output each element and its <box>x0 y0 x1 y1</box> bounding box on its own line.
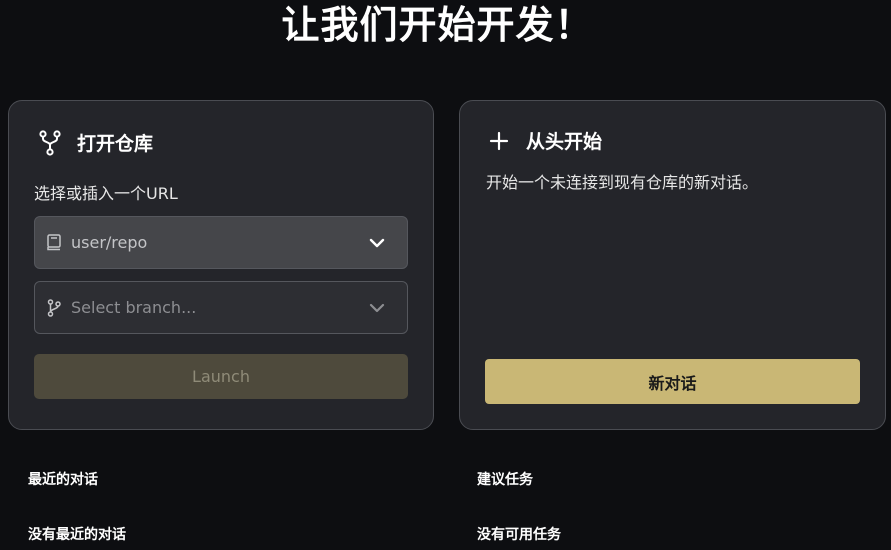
from-scratch-description: 开始一个未连接到现有仓库的新对话。 <box>486 173 759 192</box>
plus-icon <box>486 128 512 154</box>
open-repo-header: 打开仓库 <box>37 129 153 156</box>
suggested-tasks-title: 建议任务 <box>477 472 533 488</box>
branch-select-placeholder: Select branch... <box>71 298 197 317</box>
repo-book-icon <box>47 234 63 252</box>
chevron-down-icon[interactable] <box>369 238 385 248</box>
home-page: 让我们开始开发！ 打开仓库 选择或插入一个URL user/repo Selec… <box>0 0 891 550</box>
repo-select[interactable]: user/repo <box>34 216 408 269</box>
branch-select[interactable]: Select branch... <box>34 281 408 334</box>
from-scratch-title: 从头开始 <box>526 131 603 153</box>
page-title: 让我们开始开发！ <box>281 3 594 47</box>
from-scratch-header: 从头开始 <box>486 127 602 154</box>
suggested-tasks-empty: 没有可用任务 <box>477 527 561 543</box>
open-repo-title: 打开仓库 <box>77 133 154 155</box>
new-conversation-button[interactable]: 新对话 <box>485 359 860 404</box>
repo-select-value: user/repo <box>71 233 148 252</box>
git-branch-icon <box>47 298 63 317</box>
launch-button[interactable]: Launch <box>34 354 408 399</box>
git-fork-icon <box>37 129 63 156</box>
repo-url-label: 选择或插入一个URL <box>34 184 178 203</box>
recent-conversations-empty: 没有最近的对话 <box>28 527 126 543</box>
from-scratch-card: 从头开始 开始一个未连接到现有仓库的新对话。 新对话 <box>459 100 886 430</box>
chevron-down-icon[interactable] <box>369 303 385 313</box>
recent-conversations-title: 最近的对话 <box>28 472 98 488</box>
open-repo-card: 打开仓库 选择或插入一个URL user/repo Select branch.… <box>8 100 434 430</box>
